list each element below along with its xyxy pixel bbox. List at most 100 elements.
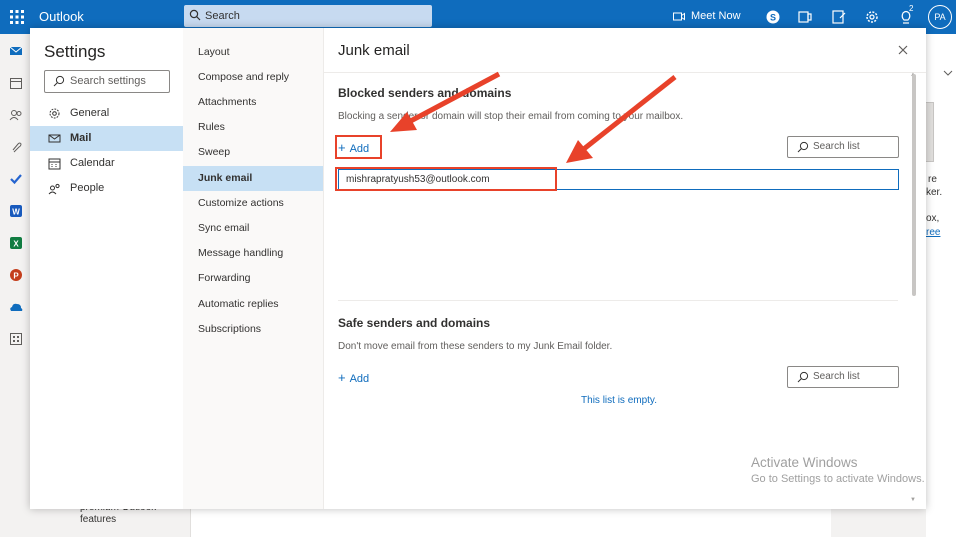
menu-item-message-handling[interactable]: Message handling xyxy=(183,241,323,266)
menu-item-attachments[interactable]: Attachments xyxy=(183,90,323,115)
blocked-search-placeholder: Search list xyxy=(813,141,860,152)
scrollbar-thumb[interactable] xyxy=(912,74,916,296)
mail-icon[interactable] xyxy=(9,44,23,58)
paperclip-icon[interactable] xyxy=(9,140,23,154)
activate-windows-subtitle: Go to Settings to activate Windows. xyxy=(751,473,925,485)
svg-text:W: W xyxy=(12,208,20,217)
menu-item-label: Rules xyxy=(198,121,225,133)
scroll-down-arrow[interactable]: ▼ xyxy=(910,497,916,503)
menu-item-label: Compose and reply xyxy=(198,71,290,83)
video-icon xyxy=(673,12,685,21)
background-reading-pane xyxy=(190,509,831,537)
feedback-icon[interactable] xyxy=(831,9,847,25)
mail-icon xyxy=(48,134,61,143)
category-people[interactable]: People xyxy=(30,176,183,201)
menu-item-rules[interactable]: Rules xyxy=(183,115,323,140)
safe-search-placeholder: Search list xyxy=(813,371,860,382)
menu-item-label: Message handling xyxy=(198,247,284,259)
right-fragment-3: ox, xyxy=(926,213,940,224)
safe-add-button[interactable]: + Add xyxy=(338,370,369,385)
gear-icon[interactable] xyxy=(864,9,880,25)
powerpoint-icon[interactable]: P xyxy=(9,268,23,282)
menu-item-subscriptions[interactable]: Subscriptions xyxy=(183,317,323,342)
calendar-icon[interactable] xyxy=(9,76,23,90)
section-divider xyxy=(338,300,898,301)
app-rail: W X P xyxy=(0,34,30,537)
todo-icon[interactable] xyxy=(9,172,23,186)
category-label: Calendar xyxy=(70,157,115,169)
input-highlight xyxy=(335,167,557,191)
premium-promo-line2: features xyxy=(80,514,117,525)
category-calendar[interactable]: Calendar xyxy=(30,151,183,176)
activate-windows-title: Activate Windows xyxy=(751,455,858,470)
menu-item-label: Junk email xyxy=(198,172,253,184)
menu-item-label: Subscriptions xyxy=(198,323,262,335)
chevron-down-icon[interactable] xyxy=(942,68,954,78)
search-icon xyxy=(797,371,809,383)
safe-search-list-input[interactable]: Search list xyxy=(787,366,899,388)
search-icon xyxy=(189,9,201,21)
settings-search-input[interactable]: Search settings xyxy=(44,70,170,93)
safe-section-title: Safe senders and domains xyxy=(338,316,491,330)
category-label: General xyxy=(70,107,110,119)
plus-icon: + xyxy=(338,370,346,385)
word-icon[interactable]: W xyxy=(9,204,23,218)
menu-item-label: Sweep xyxy=(198,146,231,158)
right-fragment-2: ker. xyxy=(926,187,943,198)
excel-icon[interactable]: X xyxy=(9,236,23,250)
settings-categories-pane: Settings Search settings General Mail Ca… xyxy=(30,28,184,509)
right-fragment-link[interactable]: ree xyxy=(926,227,940,238)
svg-text:S: S xyxy=(770,13,776,23)
search-icon xyxy=(797,141,809,153)
meet-now-button[interactable]: Meet Now xyxy=(673,10,741,22)
menu-item-label: Sync email xyxy=(198,222,250,234)
category-general[interactable]: General xyxy=(30,101,183,126)
mail-settings-menu: Layout Compose and reply Attachments Rul… xyxy=(183,28,324,509)
menu-item-sweep[interactable]: Sweep xyxy=(183,140,323,165)
global-search-placeholder: Search xyxy=(205,10,240,22)
people-icon[interactable] xyxy=(9,108,23,122)
menu-item-label: Attachments xyxy=(198,96,257,108)
blocked-search-list-input[interactable]: Search list xyxy=(787,136,899,158)
search-icon xyxy=(53,75,65,87)
blocked-section-description: Blocking a sender or domain will stop th… xyxy=(338,111,684,122)
close-icon[interactable] xyxy=(896,43,910,57)
global-search-input[interactable]: Search xyxy=(184,5,432,27)
settings-dialog: Settings Search settings General Mail Ca… xyxy=(30,28,926,509)
onedrive-icon[interactable] xyxy=(9,300,23,314)
people-icon xyxy=(48,183,60,195)
add-button-highlight xyxy=(335,135,382,159)
app-title[interactable]: Outlook xyxy=(39,9,84,24)
meet-now-label: Meet Now xyxy=(691,10,741,22)
menu-item-sync-email[interactable]: Sync email xyxy=(183,216,323,241)
menu-item-forwarding[interactable]: Forwarding xyxy=(183,266,323,291)
menu-item-junk-email[interactable]: Junk email xyxy=(183,166,323,191)
category-label: Mail xyxy=(70,132,92,144)
menu-item-label: Forwarding xyxy=(198,272,251,284)
header-divider xyxy=(324,72,926,73)
menu-item-compose-and-reply[interactable]: Compose and reply xyxy=(183,65,323,90)
menu-item-label: Automatic replies xyxy=(198,298,279,310)
notification-badge: 2 xyxy=(909,4,914,13)
menu-item-customize-actions[interactable]: Customize actions xyxy=(183,191,323,216)
category-mail[interactable]: Mail xyxy=(30,126,183,151)
skype-icon[interactable]: S xyxy=(765,9,781,25)
menu-item-label: Customize actions xyxy=(198,197,284,209)
safe-add-label: Add xyxy=(349,373,370,385)
settings-search-placeholder: Search settings xyxy=(70,75,146,87)
panel-title: Junk email xyxy=(338,42,410,59)
svg-text:P: P xyxy=(13,272,19,281)
junk-email-panel: Junk email Blocked senders and domains B… xyxy=(324,28,926,509)
app-launcher-icon[interactable] xyxy=(9,9,25,25)
right-fragment-1: re xyxy=(928,174,937,185)
menu-item-automatic-replies[interactable]: Automatic replies xyxy=(183,292,323,317)
more-apps-icon[interactable] xyxy=(9,332,23,346)
teams-icon[interactable] xyxy=(797,9,813,25)
calendar-icon xyxy=(48,158,61,170)
blocked-section-title: Blocked senders and domains xyxy=(338,86,512,100)
svg-text:X: X xyxy=(13,240,19,249)
menu-item-layout[interactable]: Layout xyxy=(183,40,323,65)
menu-item-label: Layout xyxy=(198,46,230,58)
safe-section-description: Don't move email from these senders to m… xyxy=(338,341,613,352)
avatar[interactable]: PA xyxy=(928,5,952,29)
